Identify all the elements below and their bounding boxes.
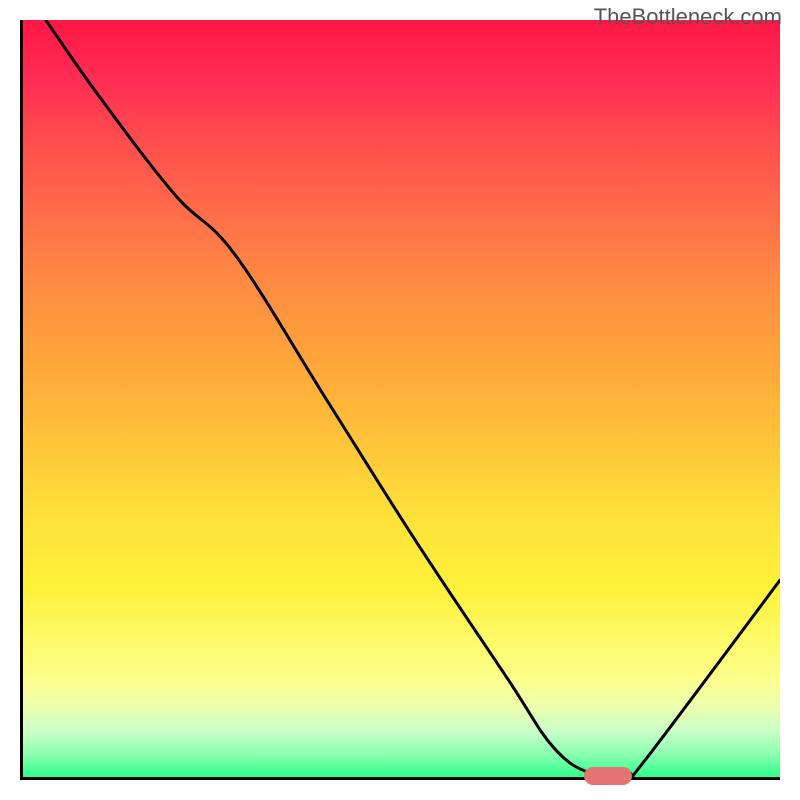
chart-optimum-marker [584,767,632,785]
chart-plot-area [20,20,780,780]
chart-curve-svg [23,20,780,777]
watermark-text: TheBottleneck.com [594,4,782,30]
chart-curve-path [46,20,780,777]
